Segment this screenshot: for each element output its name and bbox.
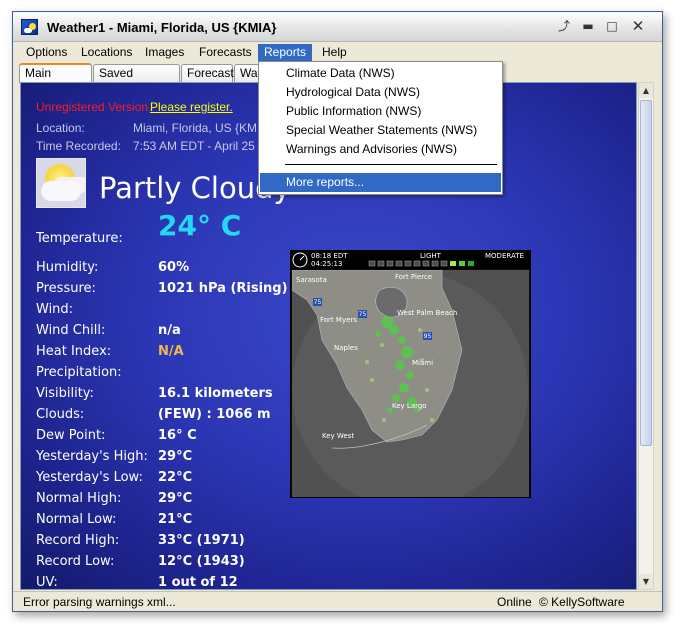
menu-item-more-reports[interactable]: More reports... bbox=[260, 173, 501, 192]
radar-time-secondary: 04:25:13 bbox=[311, 260, 343, 268]
normal-low-label: Normal Low: bbox=[36, 512, 117, 527]
menu-reports[interactable]: Reports bbox=[258, 44, 313, 61]
menu-item-public-information[interactable]: Public Information (NWS) bbox=[260, 102, 501, 121]
heat-index-value: N/A bbox=[158, 344, 184, 359]
clouds-value: (FEW) : 1066 m bbox=[158, 407, 271, 422]
radar-scale-light: LIGHT bbox=[420, 252, 441, 260]
location-value: Miami, Florida, US {KMIA} bbox=[133, 121, 273, 135]
humidity-label: Humidity: bbox=[36, 260, 99, 275]
precipitation-label: Precipitation: bbox=[36, 365, 122, 380]
status-message: Error parsing warnings xml... bbox=[23, 595, 176, 609]
title-bar[interactable]: Weather1 - Miami, Florida, US {KMIA} ⤴ ▬… bbox=[13, 12, 662, 42]
unregistered-notice: Unregistered Version. bbox=[36, 100, 152, 114]
vertical-scrollbar[interactable]: ▲ ▼ bbox=[638, 82, 654, 590]
menu-item-hydrological-data[interactable]: Hydrological Data (NWS) bbox=[260, 83, 501, 102]
place-key-largo: Key Largo bbox=[392, 402, 427, 410]
tab-main-location[interactable]: Main location bbox=[19, 63, 92, 96]
radar-scale-moderate: MODERATE bbox=[485, 252, 524, 260]
menu-bar: Options Locations Images Forecasts Repor… bbox=[13, 42, 662, 62]
maximize-button[interactable]: □ bbox=[601, 17, 623, 35]
place-key-west: Key West bbox=[322, 432, 354, 440]
place-fort-pierce: Fort Pierce bbox=[395, 273, 432, 281]
menu-options[interactable]: Options bbox=[20, 44, 73, 61]
status-copyright: © KellySoftware bbox=[539, 595, 625, 609]
time-recorded-label: Time Recorded: bbox=[36, 139, 121, 153]
extra-arrow-icon[interactable]: ⤴ bbox=[553, 17, 575, 35]
menu-item-warnings-advisories[interactable]: Warnings and Advisories (NWS) bbox=[260, 140, 501, 159]
minimize-button[interactable]: ▬ bbox=[577, 17, 599, 35]
normal-high-value: 29°C bbox=[158, 491, 193, 506]
place-miami: Miami bbox=[412, 359, 433, 367]
heat-index-label: Heat Index: bbox=[36, 344, 112, 359]
yesterdays-low-label: Yesterday's Low: bbox=[36, 470, 143, 485]
normal-high-label: Normal High: bbox=[36, 491, 122, 506]
window-title: Weather1 - Miami, Florida, US {KMIA} bbox=[47, 20, 277, 35]
visibility-value: 16.1 kilometers bbox=[158, 386, 273, 401]
menu-item-climate-data[interactable]: Climate Data (NWS) bbox=[260, 64, 501, 83]
menu-separator bbox=[285, 164, 497, 165]
wind-chill-label: Wind Chill: bbox=[36, 323, 106, 338]
yesterdays-high-value: 29°C bbox=[158, 449, 193, 464]
menu-help[interactable]: Help bbox=[316, 44, 353, 61]
temperature-label: Temperature: bbox=[36, 231, 123, 246]
radar-image[interactable]: 08:18 EDT 04:25:13 LIGHT MODERATE Saraso… bbox=[290, 250, 531, 498]
yesterdays-low-value: 22°C bbox=[158, 470, 193, 485]
scroll-up-icon[interactable]: ▲ bbox=[639, 83, 653, 98]
record-high-value: 33°C (1971) bbox=[158, 533, 245, 548]
status-bar: Error parsing warnings xml... Online © K… bbox=[13, 591, 662, 611]
highway-95: 95 bbox=[424, 333, 432, 340]
menu-locations[interactable]: Locations bbox=[75, 44, 138, 61]
record-high-label: Record High: bbox=[36, 533, 120, 548]
humidity-value: 60% bbox=[158, 260, 190, 275]
wind-label: Wind: bbox=[36, 302, 74, 317]
radar-time-primary: 08:18 EDT bbox=[311, 252, 348, 260]
status-online: Online bbox=[497, 595, 532, 609]
uv-label: UV: bbox=[36, 575, 58, 590]
uv-value: 1 out of 12 bbox=[158, 575, 238, 590]
weather-app-icon[interactable] bbox=[21, 19, 38, 35]
dew-point-value: 16° C bbox=[158, 428, 197, 443]
yesterdays-high-label: Yesterday's High: bbox=[36, 449, 148, 464]
record-low-value: 12°C (1943) bbox=[158, 554, 245, 569]
visibility-label: Visibility: bbox=[36, 386, 94, 401]
radar-header: 08:18 EDT 04:25:13 LIGHT MODERATE bbox=[291, 251, 530, 269]
place-west-palm-beach: West Palm Beach bbox=[397, 309, 457, 317]
partly-cloudy-icon bbox=[36, 158, 86, 208]
record-low-label: Record Low: bbox=[36, 554, 115, 569]
tab-forecast[interactable]: Forecast bbox=[181, 64, 234, 82]
normal-low-value: 21°C bbox=[158, 512, 193, 527]
menu-images[interactable]: Images bbox=[139, 44, 190, 61]
wind-chill-value: n/a bbox=[158, 323, 181, 338]
register-link[interactable]: Please register. bbox=[150, 100, 233, 114]
reports-dropdown-menu: Climate Data (NWS) Hydrological Data (NW… bbox=[258, 61, 503, 195]
time-recorded-value: 7:53 AM EDT - April 25 bbox=[133, 139, 255, 153]
menu-item-special-weather-statements[interactable]: Special Weather Statements (NWS) bbox=[260, 121, 501, 140]
place-sarasota: Sarasota bbox=[296, 276, 327, 284]
scroll-down-icon[interactable]: ▼ bbox=[639, 574, 653, 589]
highway-75-south: 75 bbox=[359, 311, 367, 318]
clouds-label: Clouds: bbox=[36, 407, 85, 422]
place-fort-myers: Fort Myers bbox=[320, 316, 357, 324]
tab-saved-locations[interactable]: Saved locations bbox=[93, 64, 180, 96]
close-button[interactable]: ✕ bbox=[627, 17, 649, 35]
menu-forecasts[interactable]: Forecasts bbox=[193, 44, 258, 61]
radar-map: Sarasota Fort Pierce Fort Myers West Pal… bbox=[292, 270, 529, 497]
location-label: Location: bbox=[36, 121, 85, 135]
place-naples: Naples bbox=[334, 344, 358, 352]
pressure-value: 1021 hPa (Rising) bbox=[158, 281, 288, 296]
temperature-value: 24° C bbox=[158, 209, 242, 242]
highway-75-north: 75 bbox=[314, 299, 322, 306]
scroll-thumb[interactable] bbox=[640, 100, 652, 446]
pressure-label: Pressure: bbox=[36, 281, 96, 296]
dew-point-label: Dew Point: bbox=[36, 428, 106, 443]
